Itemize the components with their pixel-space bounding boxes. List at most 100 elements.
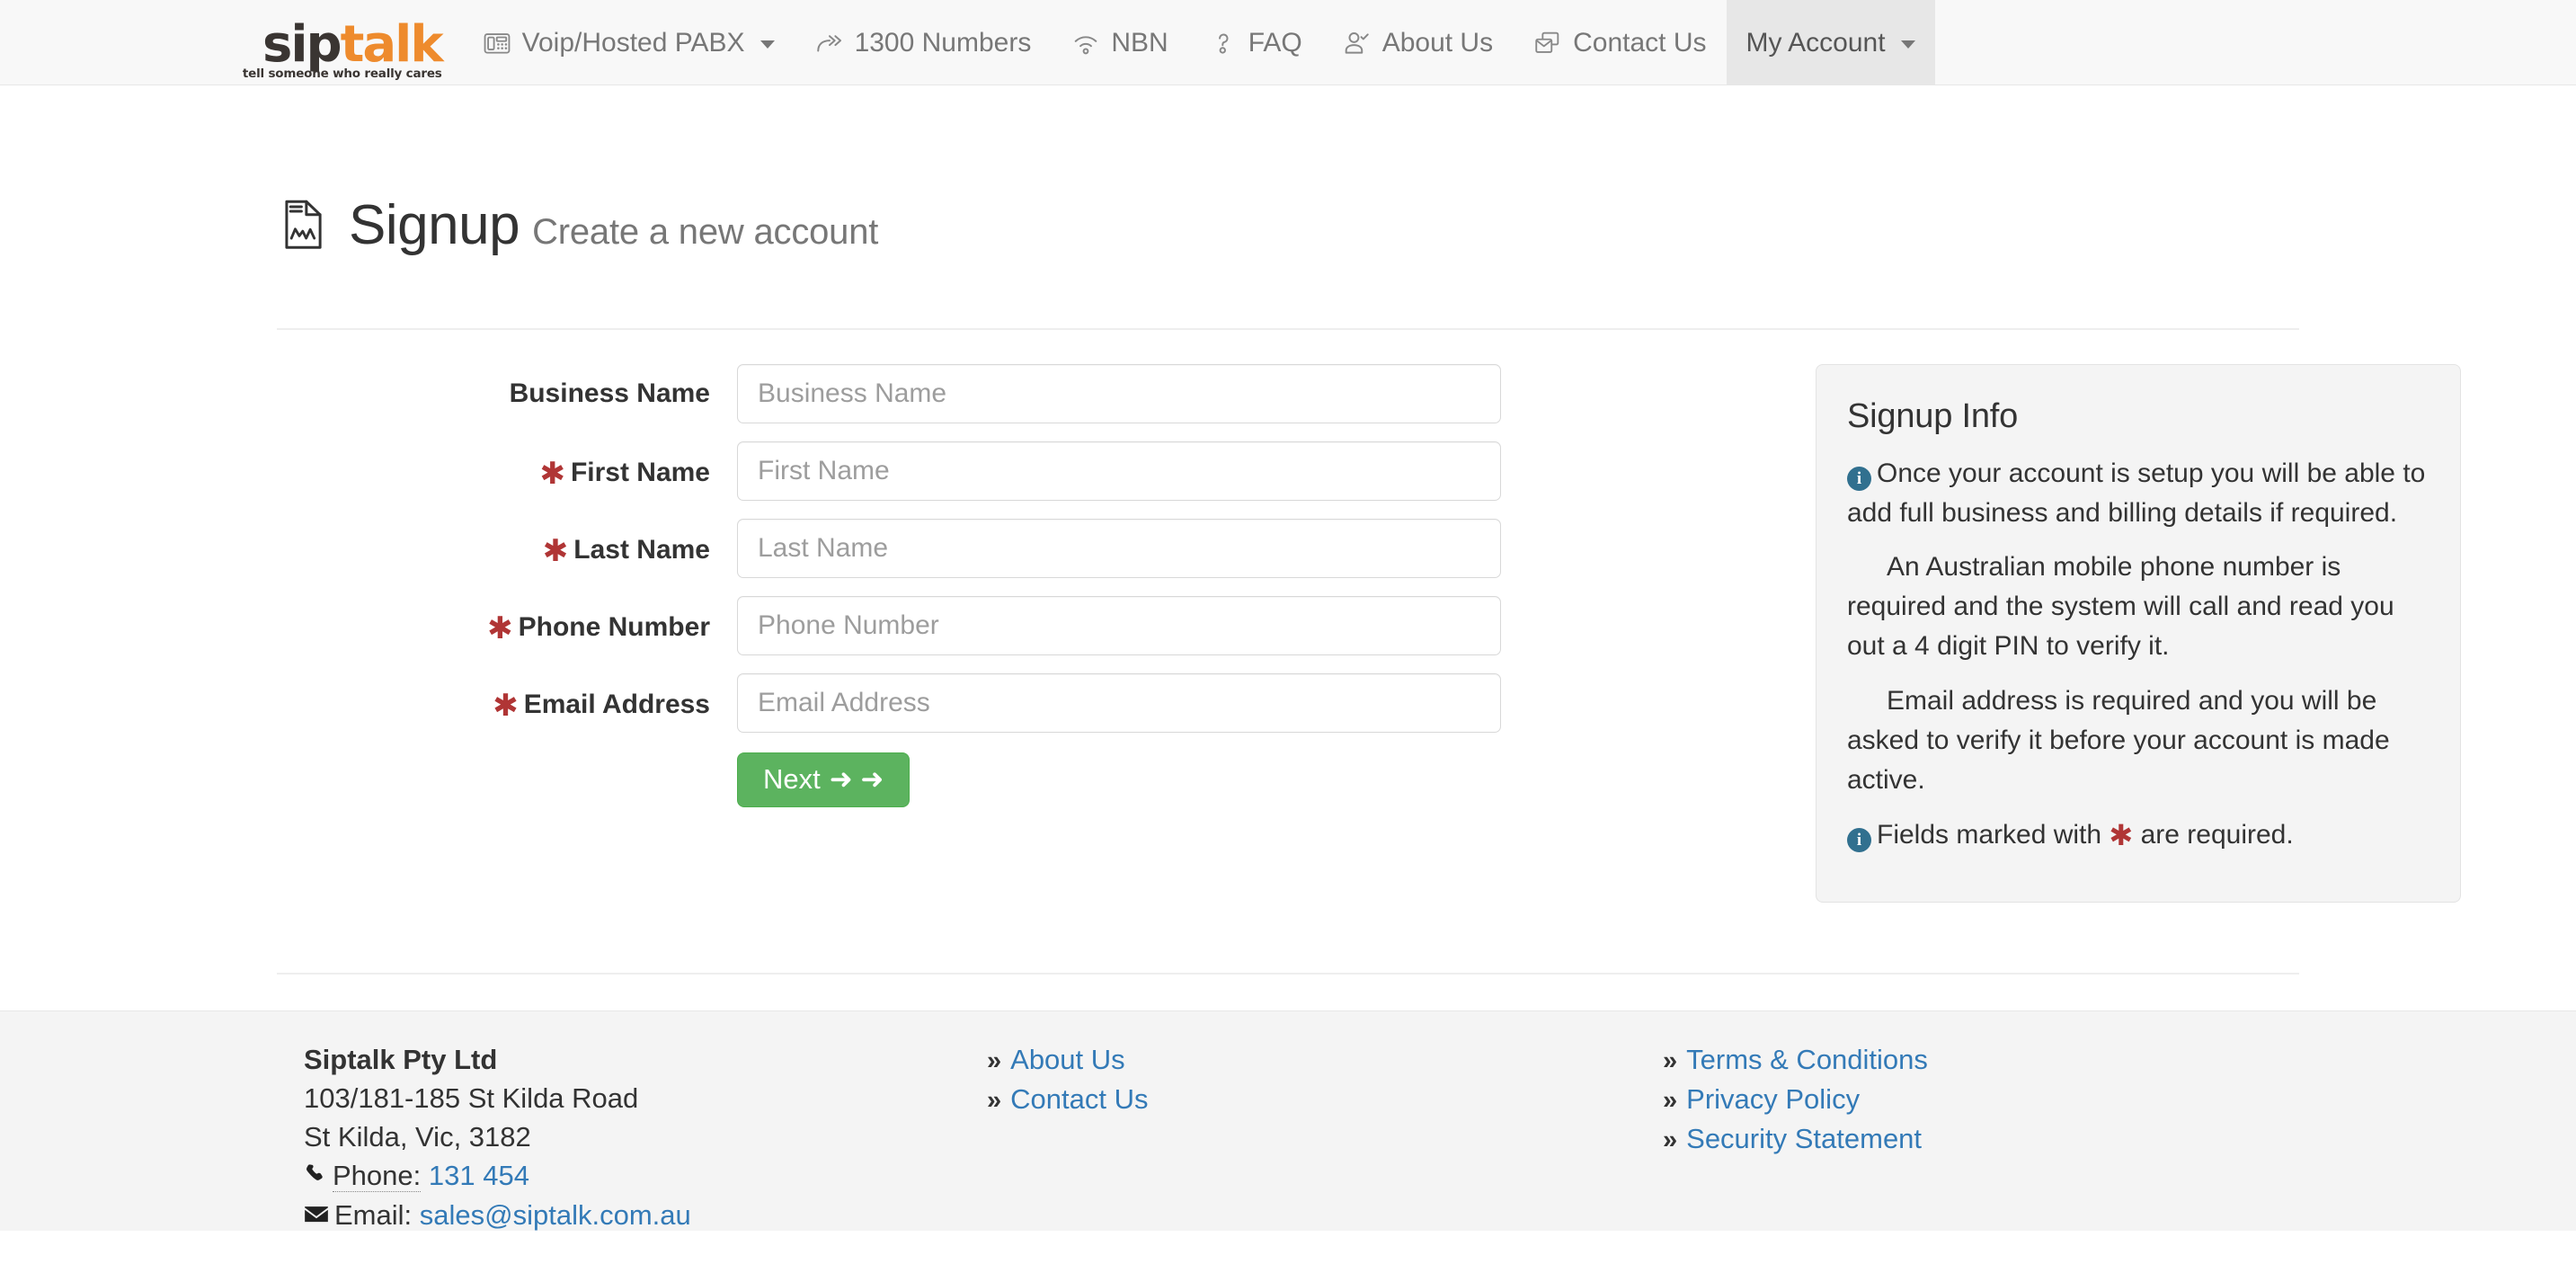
envelope-stack-icon xyxy=(1532,28,1563,58)
footer-link-row-about-us: » About Us xyxy=(987,1044,1643,1076)
page-title: Signup Create a new account xyxy=(349,193,878,257)
footer-links-column-2: » About Us » Contact Us xyxy=(960,1044,1643,1239)
logo-tagline: tell someone who really cares xyxy=(242,67,442,81)
info-paragraph-email-verification: Email address is required and you will b… xyxy=(1847,685,2390,795)
footer-phone-row: Phone: 131 454 xyxy=(304,1159,960,1193)
nav-item-about-us[interactable]: About Us xyxy=(1322,0,1513,85)
footer-link-about-us[interactable]: About Us xyxy=(1010,1044,1125,1076)
label-first-name: ✱ First Name xyxy=(277,453,737,492)
nav-label-nbn: NBN xyxy=(1111,27,1168,58)
required-asterisk-icon: ✱ xyxy=(539,457,565,492)
info-panel-title: Signup Info xyxy=(1847,397,2019,436)
user-check-icon xyxy=(1342,28,1372,58)
label-text-last-name: Last Name xyxy=(573,535,710,565)
form-group-phone-number: ✱ Phone Number xyxy=(277,596,1769,656)
label-text-email-address: Email Address xyxy=(523,690,710,720)
required-note-after: are required. xyxy=(2140,819,2294,850)
footer-link-privacy-policy[interactable]: Privacy Policy xyxy=(1686,1083,1860,1116)
double-chevron-right-icon: » xyxy=(1663,1046,1678,1075)
footer-link-security-statement[interactable]: Security Statement xyxy=(1686,1123,1922,1155)
required-asterisk-icon: ✱ xyxy=(493,689,519,724)
double-chevron-right-icon: » xyxy=(987,1085,1002,1115)
page-subtitle: Create a new account xyxy=(532,211,879,252)
footer-email-link[interactable]: sales@siptalk.com.au xyxy=(420,1199,691,1231)
nav-item-1300-numbers[interactable]: 1300 Numbers xyxy=(795,0,1052,85)
form-group-business-name: Business Name xyxy=(277,364,1769,424)
footer-company-column: Siptalk Pty Ltd 103/181-185 St Kilda Roa… xyxy=(277,1044,960,1239)
input-business-name[interactable] xyxy=(737,364,1501,424)
footer-company-name: Siptalk Pty Ltd xyxy=(304,1043,498,1075)
double-chevron-right-icon: » xyxy=(987,1046,1002,1075)
label-email-address: ✱ Email Address xyxy=(277,685,737,724)
footer-phone-label: Phone: xyxy=(333,1159,422,1192)
footer-link-row-security: » Security Statement xyxy=(1663,1123,2299,1155)
main-navbar: siptalk tell someone who really cares Vo… xyxy=(0,0,2576,85)
double-chevron-right-icon: » xyxy=(1663,1125,1678,1154)
wifi-icon xyxy=(1070,28,1101,58)
page-title-text: Signup xyxy=(349,193,520,256)
signup-info-panel: Signup Info i Once your account is setup … xyxy=(1816,364,2461,903)
phone-handset-icon xyxy=(304,1161,327,1193)
site-footer: Siptalk Pty Ltd 103/181-185 St Kilda Roa… xyxy=(0,1010,2576,1231)
label-last-name: ✱ Last Name xyxy=(277,530,737,569)
page-body: Signup Create a new account Business Name… xyxy=(0,85,2576,1231)
input-last-name[interactable] xyxy=(737,519,1501,579)
question-mark-icon xyxy=(1208,28,1239,58)
desk-phone-icon xyxy=(482,28,512,58)
footer-container: Siptalk Pty Ltd 103/181-185 St Kilda Roa… xyxy=(263,1011,2313,1239)
info-paragraph-account-setup: i Once your account is setup you will be … xyxy=(1847,454,2429,533)
next-button-label: Next xyxy=(763,763,821,796)
label-business-name: Business Name xyxy=(509,378,710,409)
form-actions-spacer xyxy=(277,752,737,807)
nav-item-nbn[interactable]: NBN xyxy=(1051,0,1187,85)
footer-link-terms-and-conditions[interactable]: Terms & Conditions xyxy=(1686,1044,1928,1076)
input-phone-number[interactable] xyxy=(737,596,1501,656)
info-paragraph-phone-verification: An Australian mobile phone number is req… xyxy=(1847,552,2394,662)
nav-label-1300-numbers: 1300 Numbers xyxy=(854,27,1032,58)
info-paragraph-required-fields: i Fields marked with ✱ are required. xyxy=(1847,814,2429,857)
label-text-first-name: First Name xyxy=(570,458,710,488)
siptalk-logo: siptalk tell someone who really cares xyxy=(243,16,444,80)
forward-arrows-icon xyxy=(814,28,845,58)
required-asterisk-icon: ✱ xyxy=(487,611,513,646)
nav-label-my-account: My Account xyxy=(1745,27,1886,58)
signup-form: Business Name ✱First Name ✱Last Nam xyxy=(277,364,1769,808)
nav-label-about-us: About Us xyxy=(1381,27,1494,58)
form-actions: Next ➜ ➜ xyxy=(277,752,1769,808)
form-group-email-address: ✱ Email Address xyxy=(277,673,1769,734)
envelope-icon xyxy=(304,1200,329,1233)
info-column: Signup Info i Once your account is setup … xyxy=(1769,364,2461,903)
footer-divider xyxy=(277,972,2299,975)
nav-item-faq[interactable]: FAQ xyxy=(1188,0,1322,85)
nav-label-contact-us: Contact Us xyxy=(1573,27,1707,58)
required-asterisk-icon: ✱ xyxy=(2109,818,2134,851)
nav-item-voip-hosted-pabx[interactable]: Voip/Hosted PABX xyxy=(462,0,795,85)
navbar-items: Voip/Hosted PABX 1300 Numbers NBN FAQ Ab… xyxy=(462,0,1935,85)
nav-item-my-account[interactable]: My Account xyxy=(1726,0,1935,85)
info-circle-icon: i xyxy=(1847,467,1871,492)
footer-phone-link[interactable]: 131 454 xyxy=(429,1160,529,1191)
input-email-address[interactable] xyxy=(737,673,1501,734)
footer-row: Siptalk Pty Ltd 103/181-185 St Kilda Roa… xyxy=(277,1011,2299,1239)
nav-item-contact-us[interactable]: Contact Us xyxy=(1513,0,1726,85)
content-row: Business Name ✱First Name ✱Last Nam xyxy=(277,330,2461,903)
double-arrow-right-icon: ➜ ➜ xyxy=(829,763,884,796)
required-note-before: Fields marked with xyxy=(1877,819,2102,850)
chevron-down-icon xyxy=(759,40,775,49)
logo-text-sip: sip xyxy=(262,14,342,74)
required-asterisk-icon: ✱ xyxy=(542,534,569,569)
label-text-phone-number: Phone Number xyxy=(518,612,710,643)
nav-label-voip-hosted-pabx: Voip/Hosted PABX xyxy=(521,27,745,58)
footer-email-label: Email: xyxy=(334,1198,413,1231)
next-button[interactable]: Next ➜ ➜ xyxy=(737,752,910,808)
footer-email-row: Email: sales@siptalk.com.au xyxy=(304,1199,960,1233)
file-chart-icon xyxy=(277,197,331,253)
input-first-name[interactable] xyxy=(737,441,1501,502)
footer-address-line-2: St Kilda, Vic, 3182 xyxy=(304,1120,531,1153)
nav-label-faq: FAQ xyxy=(1248,27,1302,58)
double-chevron-right-icon: » xyxy=(1663,1085,1678,1115)
page-container: Signup Create a new account Business Name… xyxy=(263,85,2461,975)
brand-logo-link[interactable]: siptalk tell someone who really cares xyxy=(243,0,462,85)
label-phone-number: ✱ Phone Number xyxy=(277,608,737,646)
footer-link-contact-us[interactable]: Contact Us xyxy=(1010,1083,1148,1116)
